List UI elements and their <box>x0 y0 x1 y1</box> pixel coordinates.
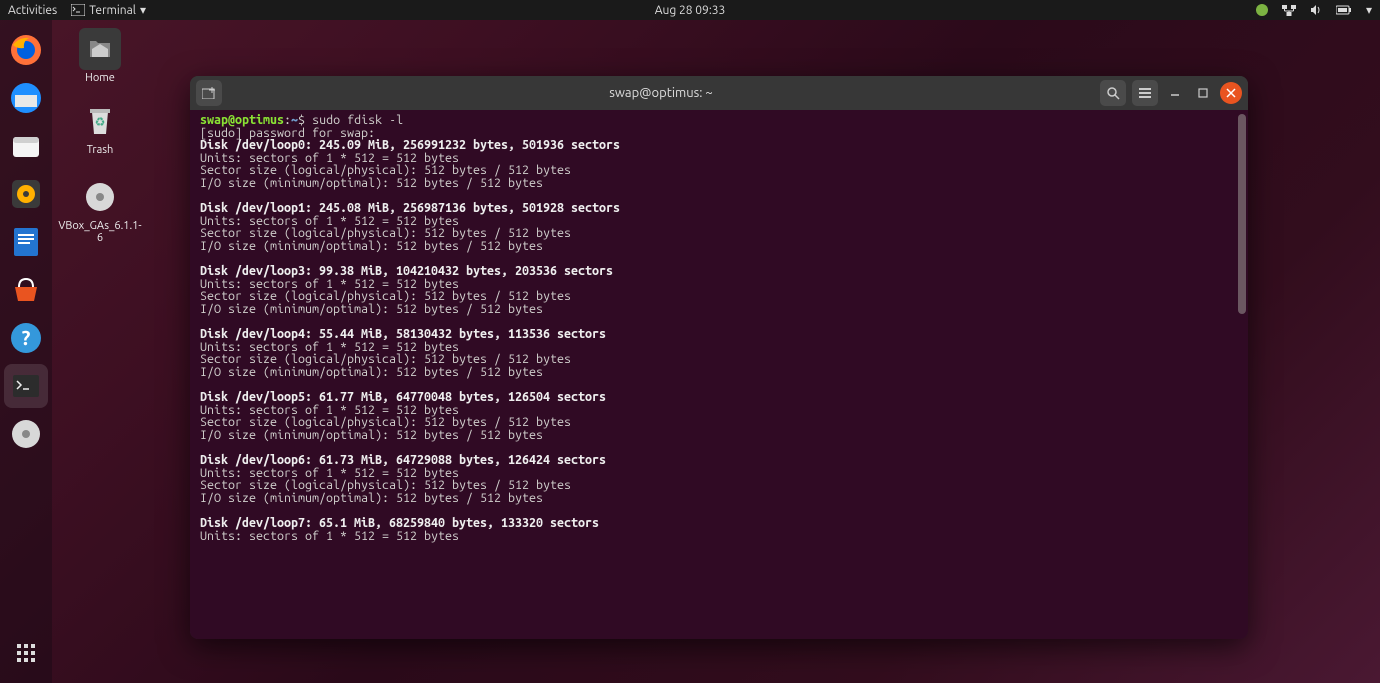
disk-line: Sector size (logical/physical): 512 byte… <box>200 290 1238 303</box>
disk-line: I/O size (minimum/optimal): 512 bytes / … <box>200 492 1238 505</box>
desktop-home-label: Home <box>85 72 115 84</box>
close-icon <box>1226 88 1236 98</box>
titlebar[interactable]: swap@optimus: ~ <box>190 76 1248 110</box>
menu-button[interactable] <box>1132 80 1158 106</box>
disk-line: Sector size (logical/physical): 512 byte… <box>200 164 1238 177</box>
svg-text:?: ? <box>22 326 31 349</box>
new-tab-button[interactable] <box>196 80 222 106</box>
prompt-user: swap@optimus <box>200 113 284 127</box>
network-icon[interactable] <box>1282 4 1296 16</box>
window-title: swap@optimus: ~ <box>222 86 1100 100</box>
dock-files[interactable] <box>4 124 48 168</box>
disk-block: Disk /dev/loop3: 99.38 MiB, 104210432 by… <box>200 265 1238 315</box>
prompt-path: ~ <box>291 113 298 127</box>
apps-grid-icon <box>17 644 35 662</box>
activities-button[interactable]: Activities <box>8 4 57 17</box>
terminal-icon <box>71 4 85 16</box>
dock-help[interactable]: ? <box>4 316 48 360</box>
dock-terminal[interactable] <box>4 364 48 408</box>
new-tab-icon <box>202 87 216 99</box>
disk-line: Units: sectors of 1 * 512 = 512 bytes <box>200 530 1238 543</box>
minimize-icon <box>1170 88 1180 98</box>
disk-line: I/O size (minimum/optimal): 512 bytes / … <box>200 303 1238 316</box>
search-button[interactable] <box>1100 80 1126 106</box>
svg-text:♻: ♻ <box>95 116 106 129</box>
disk-block: Disk /dev/loop4: 55.44 MiB, 58130432 byt… <box>200 328 1238 378</box>
disk-block: Disk /dev/loop5: 61.77 MiB, 64770048 byt… <box>200 391 1238 441</box>
disk-block: Disk /dev/loop7: 65.1 MiB, 68259840 byte… <box>200 517 1238 542</box>
desktop-trash[interactable]: ♻ Trash <box>60 100 140 156</box>
disk-header: Disk /dev/loop3: 99.38 MiB, 104210432 by… <box>200 265 1238 278</box>
chevron-down-icon[interactable]: ▾ <box>1366 3 1372 17</box>
desktop-vbox-disc[interactable]: VBox_GAs_6.1.1-6 <box>60 176 140 244</box>
disk-header: Disk /dev/loop4: 55.44 MiB, 58130432 byt… <box>200 328 1238 341</box>
scrollbar[interactable] <box>1238 114 1246 314</box>
update-indicator-icon[interactable] <box>1256 4 1268 16</box>
disk-line: Sector size (logical/physical): 512 byte… <box>200 479 1238 492</box>
disk-header: Disk /dev/loop6: 61.73 MiB, 64729088 byt… <box>200 454 1238 467</box>
dock-rhythmbox[interactable] <box>4 172 48 216</box>
terminal-content[interactable]: swap@optimus:~$ sudo fdisk -l [sudo] pas… <box>190 110 1248 639</box>
dock-firefox[interactable] <box>4 28 48 72</box>
dock: ? <box>0 20 52 683</box>
close-button[interactable] <box>1220 82 1242 104</box>
disk-header: Disk /dev/loop7: 65.1 MiB, 68259840 byte… <box>200 517 1238 530</box>
maximize-button[interactable] <box>1192 82 1214 104</box>
desktop-vbox-label: VBox_GAs_6.1.1-6 <box>58 220 141 244</box>
terminal-window: swap@optimus: ~ swap@optimus:~$ sudo fdi… <box>190 76 1248 639</box>
disk-header: Disk /dev/loop1: 245.08 MiB, 256987136 b… <box>200 202 1238 215</box>
minimize-button[interactable] <box>1164 82 1186 104</box>
clock[interactable]: Aug 28 09:33 <box>655 4 726 17</box>
maximize-icon <box>1198 88 1208 98</box>
battery-icon[interactable] <box>1336 5 1352 15</box>
dock-writer[interactable] <box>4 220 48 264</box>
top-bar: Activities Terminal ▾ Aug 28 09:33 ▾ <box>0 0 1380 20</box>
desktop-trash-label: Trash <box>87 144 114 156</box>
app-menu[interactable]: Terminal ▾ <box>71 3 146 17</box>
disk-line: Sector size (logical/physical): 512 byte… <box>200 227 1238 240</box>
dock-software[interactable] <box>4 268 48 312</box>
volume-icon[interactable] <box>1310 4 1322 16</box>
disk-block: Disk /dev/loop1: 245.08 MiB, 256987136 b… <box>200 202 1238 252</box>
chevron-down-icon: ▾ <box>140 3 146 17</box>
disk-line: I/O size (minimum/optimal): 512 bytes / … <box>200 240 1238 253</box>
disk-line: I/O size (minimum/optimal): 512 bytes / … <box>200 429 1238 442</box>
disk-line: Sector size (logical/physical): 512 byte… <box>200 416 1238 429</box>
disk-line: I/O size (minimum/optimal): 512 bytes / … <box>200 177 1238 190</box>
search-icon <box>1106 86 1120 100</box>
disk-header: Disk /dev/loop5: 61.77 MiB, 64770048 byt… <box>200 391 1238 404</box>
dock-thunderbird[interactable] <box>4 76 48 120</box>
show-applications[interactable] <box>4 631 48 675</box>
disk-block: Disk /dev/loop6: 61.73 MiB, 64729088 byt… <box>200 454 1238 504</box>
disk-header: Disk /dev/loop0: 245.09 MiB, 256991232 b… <box>200 139 1238 152</box>
disk-block: Disk /dev/loop0: 245.09 MiB, 256991232 b… <box>200 139 1238 189</box>
disk-line: I/O size (minimum/optimal): 512 bytes / … <box>200 366 1238 379</box>
desktop-home[interactable]: Home <box>60 28 140 84</box>
app-menu-label: Terminal <box>89 4 136 17</box>
disk-line: Sector size (logical/physical): 512 byte… <box>200 353 1238 366</box>
hamburger-icon <box>1138 87 1152 99</box>
dock-disc[interactable] <box>4 412 48 456</box>
command-text: sudo fdisk -l <box>312 113 403 127</box>
